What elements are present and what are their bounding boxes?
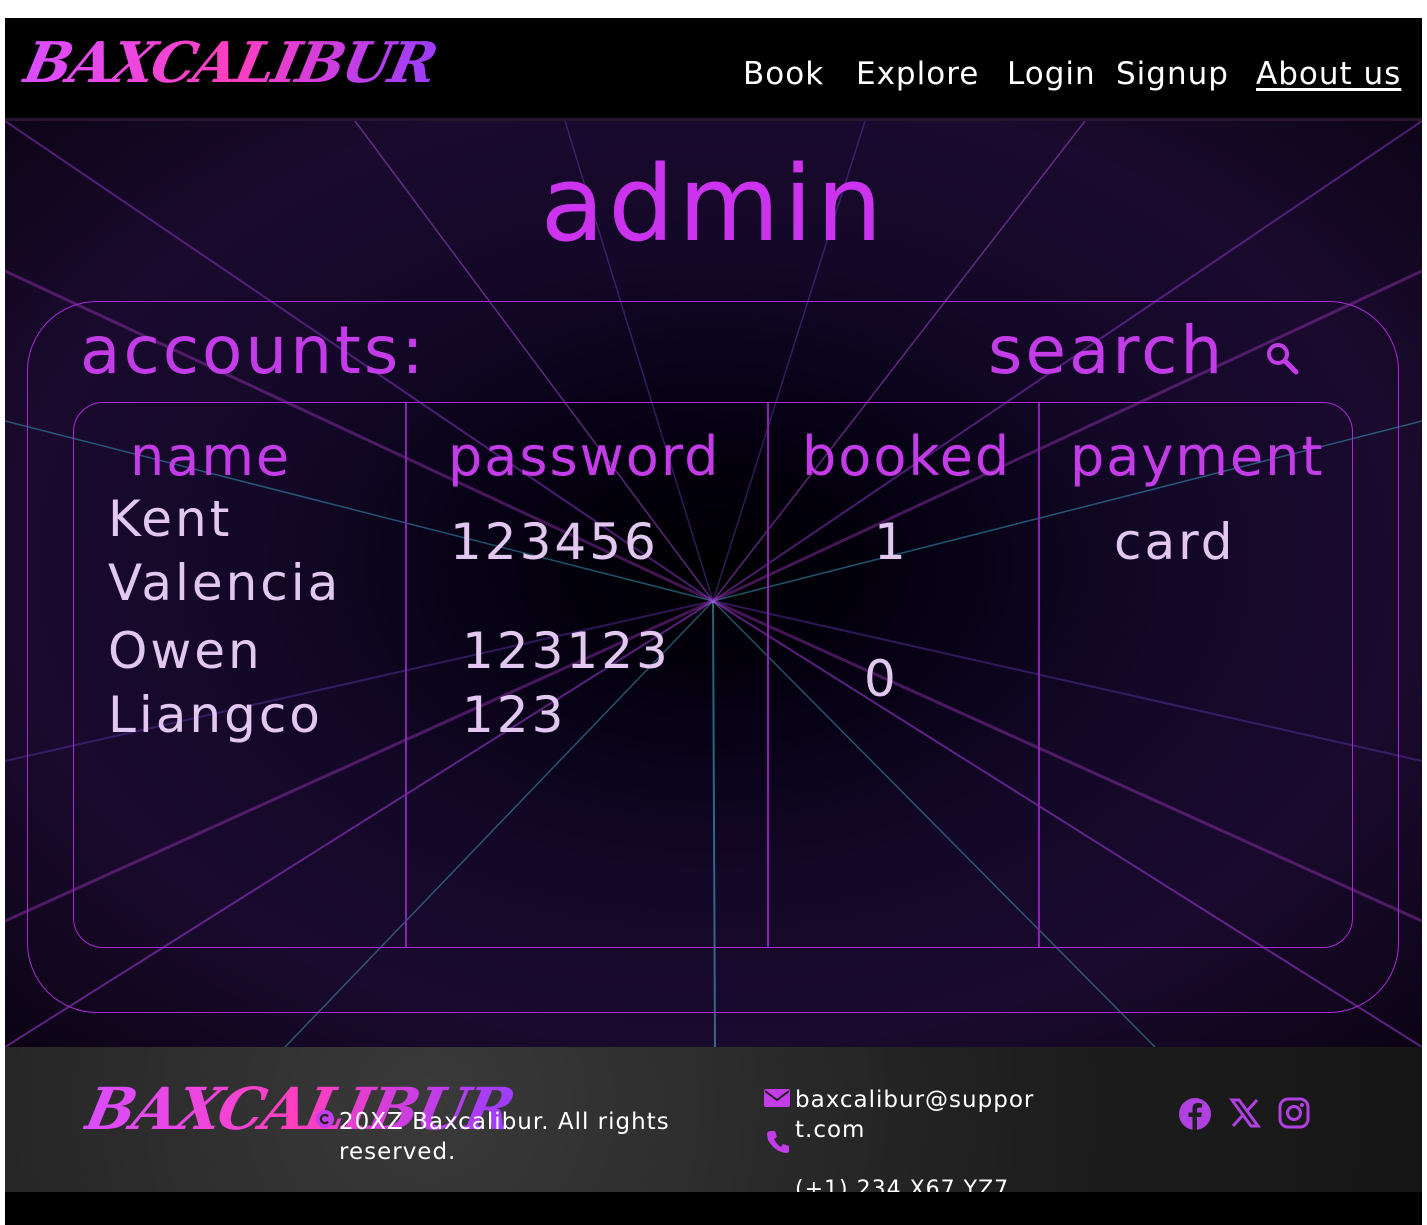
page-title: admin <box>540 143 887 265</box>
name-last: Valencia <box>108 554 342 612</box>
navbar: BAXCALIBUR Book Explore Login Signup Abo… <box>5 18 1422 121</box>
column-divider <box>1038 403 1040 947</box>
column-divider <box>405 403 407 947</box>
table-cell-name: Kent Valencia <box>108 487 341 615</box>
phone-icon <box>767 1131 789 1153</box>
nav-link-explore[interactable]: Explore <box>856 56 979 92</box>
page-frame: BAXCALIBUR Book Explore Login Signup Abo… <box>5 18 1422 1225</box>
table-cell-booked: 0 <box>864 650 899 708</box>
copyright-icon <box>316 1110 334 1128</box>
password-line: 123123 <box>462 622 671 680</box>
instagram-icon[interactable] <box>1278 1097 1310 1129</box>
column-divider <box>767 403 769 947</box>
copyright-text: 20XZ Baxcalibur. All rights reserved. <box>339 1109 670 1165</box>
table-cell-password: 123456 <box>450 513 659 571</box>
nav-link-login[interactable]: Login <box>1007 56 1096 92</box>
accounts-table: name password booked payment Kent Valenc… <box>73 402 1353 948</box>
accounts-label: accounts: <box>80 312 427 389</box>
nav-link-about-us[interactable]: About us <box>1256 56 1401 92</box>
search-button[interactable]: search <box>988 312 1225 389</box>
nav-link-signup[interactable]: Signup <box>1116 56 1229 92</box>
x-icon[interactable] <box>1229 1097 1261 1129</box>
table-cell-booked: 1 <box>874 513 909 571</box>
accounts-panel: accounts: search name password booked pa… <box>27 301 1399 1013</box>
column-header-name: name <box>130 425 292 488</box>
name-last: Liangco <box>108 686 323 744</box>
bottom-strip <box>5 1192 1422 1225</box>
name-first: Owen <box>108 622 263 680</box>
mail-icon <box>764 1089 790 1107</box>
facebook-icon[interactable] <box>1178 1097 1212 1131</box>
column-header-payment: payment <box>1070 425 1325 488</box>
support-email-link[interactable]: baxcalibur@support.com <box>795 1085 1035 1145</box>
column-header-password: password <box>448 425 721 488</box>
table-cell-name: Owen Liangco <box>108 619 323 747</box>
search-icon[interactable] <box>1264 340 1300 376</box>
nav-link-book[interactable]: Book <box>743 56 824 92</box>
password-line: 123 <box>462 686 567 744</box>
brand-logo[interactable]: BAXCALIBUR <box>18 30 442 96</box>
admin-hero: admin accounts: search name password boo… <box>5 121 1422 1047</box>
footer: BAXCALIBUR 20XZ Baxcalibur. All rights r… <box>5 1047 1422 1202</box>
name-first: Kent <box>108 490 233 548</box>
table-cell-payment: card <box>1114 513 1236 571</box>
table-cell-password: 123123 123 <box>462 619 671 747</box>
column-header-booked: booked <box>802 425 1012 488</box>
